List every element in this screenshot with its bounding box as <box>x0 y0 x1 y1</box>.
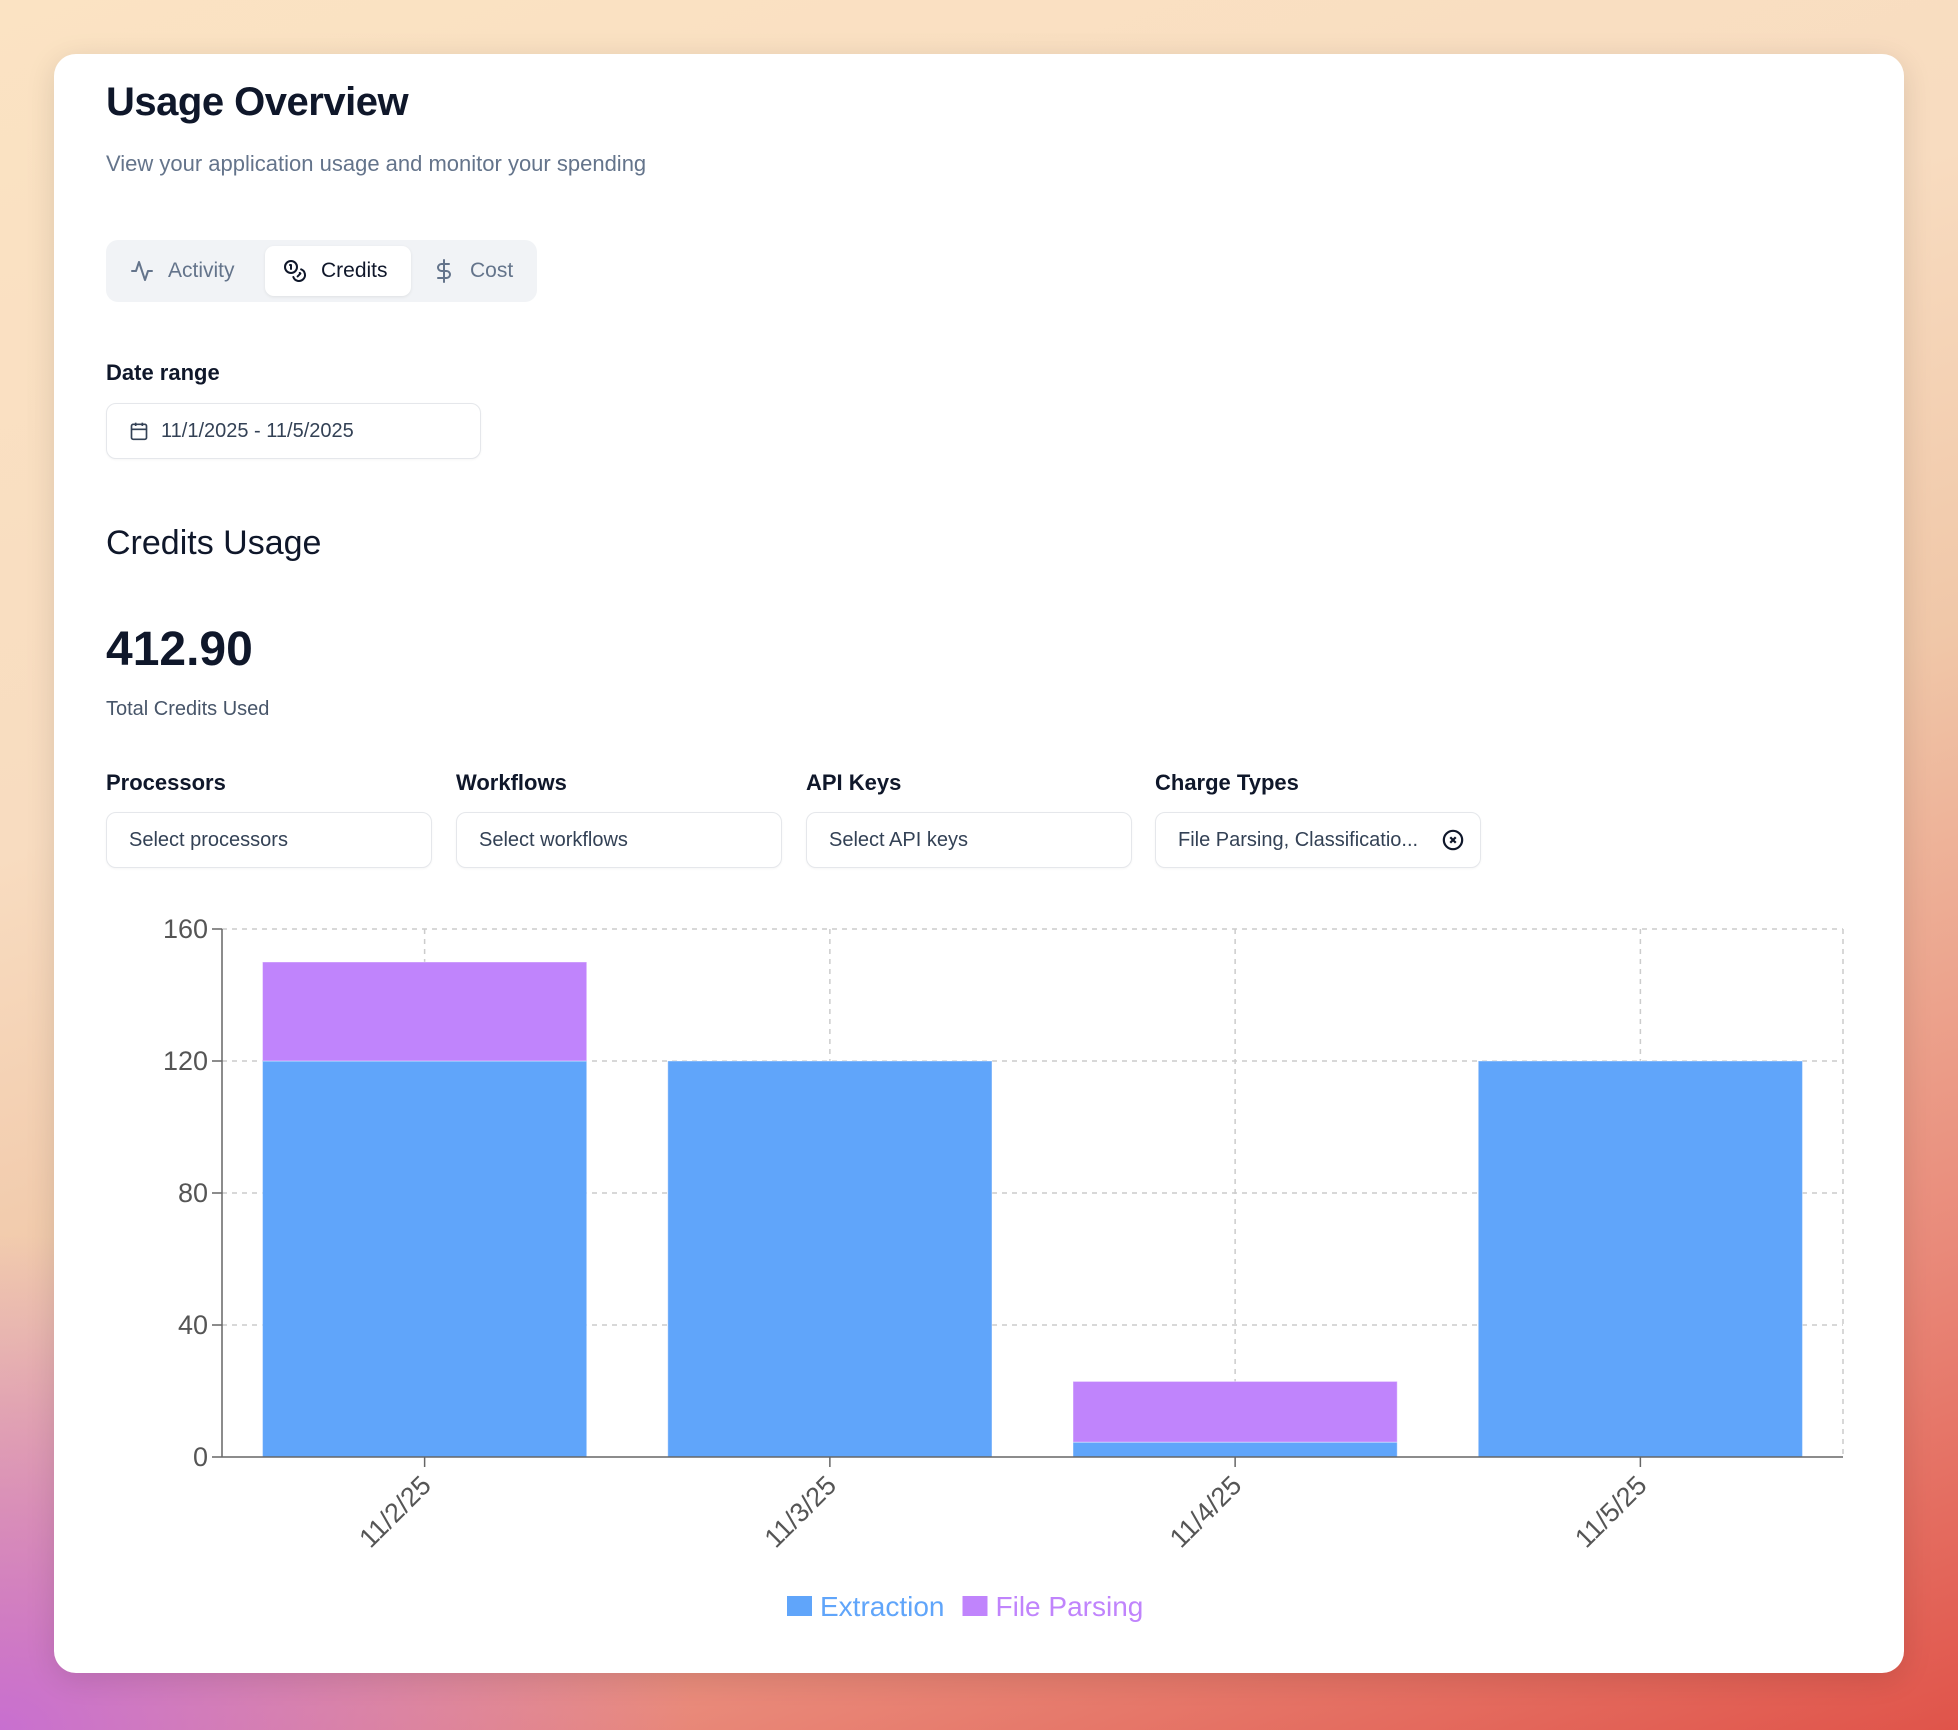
bar-extraction <box>668 1061 992 1457</box>
bar-extraction <box>1073 1442 1397 1457</box>
bar-extraction <box>1478 1061 1802 1457</box>
legend-swatch <box>963 1596 988 1616</box>
y-tick-label: 40 <box>178 1310 208 1340</box>
y-tick-label: 0 <box>193 1442 208 1472</box>
x-tick-label: 11/2/25 <box>353 1470 437 1554</box>
legend-label: File Parsing <box>996 1591 1144 1622</box>
x-tick-label: 11/5/25 <box>1569 1470 1653 1554</box>
x-tick-label: 11/4/25 <box>1164 1470 1248 1554</box>
credits-bar-chart: 0 40 80 120 160 11/2/25 11/3/25 11/4/25 11/5/25 E… <box>0 0 1958 1730</box>
x-tick-label: 11/3/25 <box>759 1470 843 1554</box>
legend-label: Extraction <box>820 1591 945 1622</box>
bar-extraction <box>263 1061 587 1457</box>
bar-file-parsing <box>263 962 587 1061</box>
y-tick-label: 80 <box>178 1178 208 1208</box>
bar-file-parsing <box>1073 1381 1397 1442</box>
y-tick-label: 120 <box>163 1046 208 1076</box>
y-tick-label: 160 <box>163 914 208 944</box>
legend-swatch <box>787 1596 812 1616</box>
